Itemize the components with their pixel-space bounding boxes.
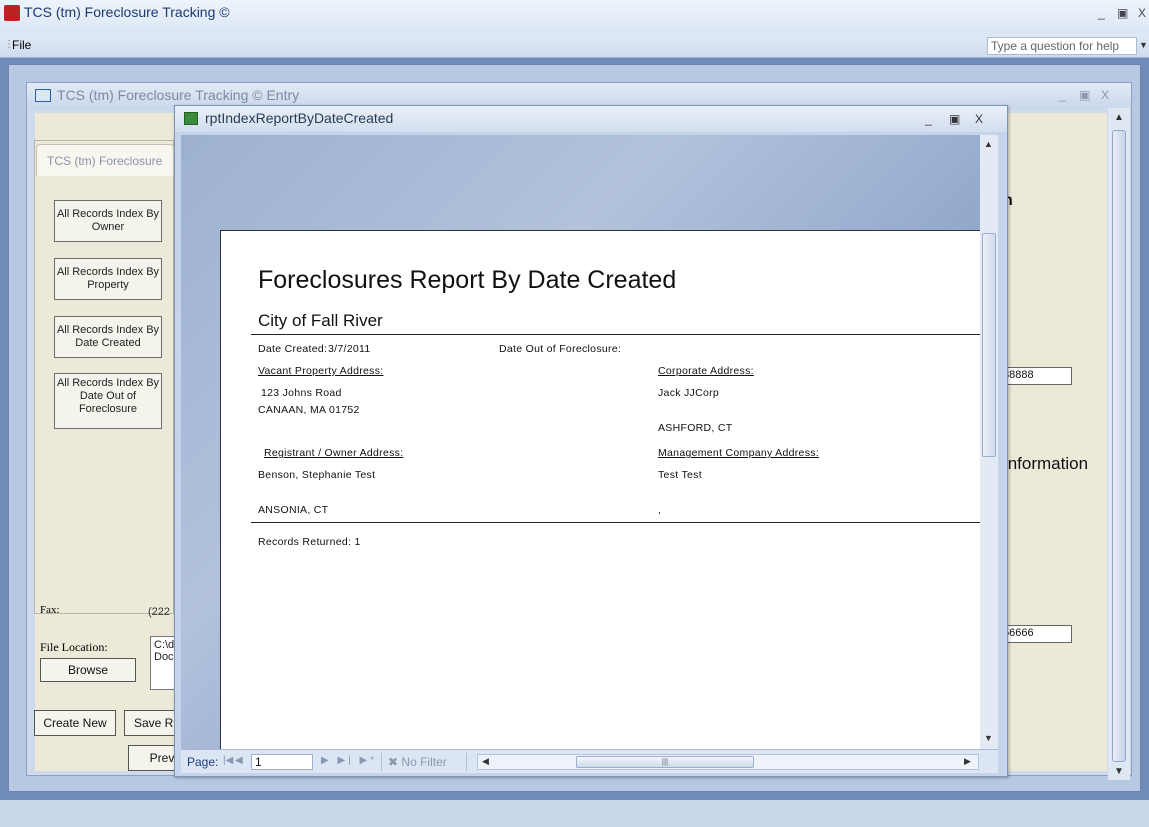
- management-address-line1: Test Test: [658, 469, 702, 481]
- restore-icon[interactable]: ▣: [949, 112, 960, 126]
- vacant-address-line2: CANAAN, MA 01752: [258, 404, 360, 416]
- preview-button[interactable]: Previ: [128, 745, 180, 771]
- restore-icon[interactable]: ▣: [1079, 88, 1090, 102]
- scroll-left-icon[interactable]: ◀: [482, 756, 489, 767]
- vacant-address-label: Vacant Property Address:: [258, 365, 384, 377]
- access-app-icon: [4, 5, 20, 21]
- help-search-input[interactable]: Type a question for help: [987, 37, 1137, 55]
- scroll-down-icon[interactable]: ▼: [1114, 766, 1124, 777]
- registrant-address-label: Registrant / Owner Address:: [264, 447, 404, 459]
- scroll-thumb[interactable]: [1112, 130, 1126, 762]
- scroll-up-icon[interactable]: ▲: [984, 139, 993, 149]
- menu-bar: ⋮ File: [0, 34, 1149, 58]
- registrant-address-line2: ANSONIA, CT: [258, 504, 329, 516]
- report-window-title: rptIndexReportByDateCreated: [205, 110, 394, 126]
- report-page: Foreclosures Report By Date Created City…: [220, 230, 980, 749]
- form-icon: [35, 89, 51, 102]
- all-records-by-owner-button[interactable]: All Records Index By Owner: [54, 200, 162, 242]
- date-created-label: Date Created:: [258, 343, 328, 355]
- corporate-address-line1: Jack JJCorp: [658, 387, 720, 399]
- page-label: Page:: [187, 755, 219, 769]
- app-title: TCS (tm) Foreclosure Tracking ©: [24, 4, 230, 20]
- report-horizontal-scrollbar[interactable]: ◀ ||| ▶: [477, 754, 979, 770]
- entry-title: TCS (tm) Foreclosure Tracking © Entry: [57, 87, 300, 103]
- vacant-address-line1: 123 Johns Road: [261, 387, 342, 399]
- all-records-by-property-button[interactable]: All Records Index By Property: [54, 258, 162, 300]
- scroll-thumb[interactable]: |||: [576, 756, 754, 768]
- report-title: Foreclosures Report By Date Created: [258, 266, 677, 294]
- report-city: City of Fall River: [258, 311, 383, 330]
- close-icon[interactable]: X: [1101, 88, 1109, 102]
- menu-file[interactable]: File: [12, 38, 31, 52]
- filter-label: No Filter: [401, 755, 447, 769]
- report-icon: [184, 112, 198, 125]
- chevron-down-icon[interactable]: ▼: [1139, 40, 1148, 50]
- scroll-down-icon[interactable]: ▼: [984, 733, 993, 743]
- page-number-input[interactable]: 1: [251, 754, 313, 770]
- date-out-label: Date Out of Foreclosure:: [499, 343, 622, 355]
- scroll-up-icon[interactable]: ▲: [1114, 112, 1124, 123]
- scroll-thumb[interactable]: [982, 233, 996, 457]
- management-address-label: Management Company Address:: [658, 447, 820, 459]
- close-icon[interactable]: X: [975, 112, 983, 126]
- records-returned: Records Returned: 1: [258, 536, 361, 548]
- date-created-value: 3/7/2011: [328, 343, 371, 355]
- close-icon[interactable]: X: [1138, 6, 1146, 20]
- information-heading: Information: [1003, 454, 1089, 473]
- save-record-button[interactable]: Save R: [124, 710, 180, 736]
- previous-page-icon[interactable]: ◀: [235, 755, 243, 766]
- browse-button[interactable]: Browse: [40, 658, 136, 682]
- minimize-icon[interactable]: _: [1059, 88, 1066, 102]
- record-navigation-bar: Page: |◀ ◀ 1 ▶ ▶| ▶* ✖ No Filter ◀ ||| ▶: [181, 749, 998, 773]
- entry-field-2[interactable]: 66666: [1000, 625, 1072, 643]
- report-canvas: Foreclosures Report By Date Created City…: [181, 135, 980, 749]
- no-filter-button[interactable]: ✖ No Filter: [381, 753, 467, 771]
- tab-switchboard[interactable]: TCS (tm) Foreclosure: [36, 144, 174, 176]
- file-location-field[interactable]: C:\d Doc: [150, 636, 176, 690]
- restore-icon[interactable]: ▣: [1117, 6, 1128, 20]
- management-address-line2: ,: [658, 504, 662, 516]
- minimize-icon[interactable]: _: [1098, 6, 1105, 20]
- corporate-address-label: Corporate Address:: [658, 365, 754, 377]
- all-records-by-date-created-button[interactable]: All Records Index By Date Created: [54, 316, 162, 358]
- report-title-bar: rptIndexReportByDateCreated _ ▣ X: [175, 106, 1007, 132]
- all-records-by-date-out-button[interactable]: All Records Index By Date Out of Foreclo…: [54, 373, 162, 429]
- first-page-icon[interactable]: |◀: [223, 755, 233, 766]
- divider: [251, 522, 980, 523]
- registrant-address-line1: Benson, Stephanie Test: [258, 469, 376, 481]
- application-window: TCS (tm) Foreclosure Tracking © _ ▣ X ⋮ …: [0, 0, 1149, 827]
- report-vertical-scrollbar[interactable]: ▲ ▼: [980, 135, 998, 749]
- minimize-icon[interactable]: _: [925, 112, 932, 126]
- app-title-bar: TCS (tm) Foreclosure Tracking © _ ▣ X: [0, 0, 1149, 34]
- entry-vertical-scrollbar[interactable]: ▲ ▼: [1108, 108, 1130, 780]
- divider: [251, 334, 980, 335]
- filter-icon: ✖: [388, 755, 399, 769]
- create-new-button[interactable]: Create New: [34, 710, 116, 736]
- status-bar: [0, 800, 1149, 827]
- next-last-page-icons[interactable]: ▶ ▶| ▶*: [321, 755, 377, 766]
- entry-field-1[interactable]: 88888: [1000, 367, 1072, 385]
- file-location-label: File Location:: [40, 640, 108, 654]
- scroll-right-icon[interactable]: ▶: [964, 756, 971, 767]
- report-preview-window: rptIndexReportByDateCreated _ ▣ X Forecl…: [174, 105, 1008, 777]
- corporate-address-line2: ASHFORD, CT: [658, 422, 733, 434]
- fax-label: Fax:: [40, 604, 60, 616]
